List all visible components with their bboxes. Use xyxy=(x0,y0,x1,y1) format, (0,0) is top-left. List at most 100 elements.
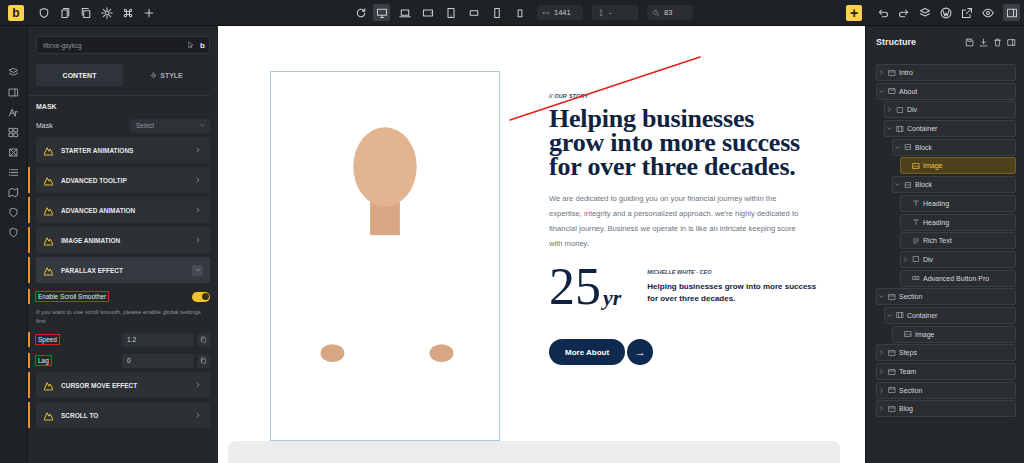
structure-item[interactable]: Block xyxy=(892,176,1016,193)
caret-right-icon[interactable] xyxy=(878,69,885,76)
number-input[interactable]: 1.2 xyxy=(122,333,194,347)
accordion-header[interactable]: PARALLAX EFFECT xyxy=(36,257,210,283)
structure-toggle[interactable] xyxy=(1003,4,1020,21)
grid-icon[interactable] xyxy=(8,127,19,138)
command-icon[interactable] xyxy=(122,7,134,19)
accordion-header[interactable]: IMAGE ANIMATION xyxy=(36,227,210,253)
panel-tab[interactable]: CONTENT xyxy=(36,64,123,86)
map-icon[interactable] xyxy=(8,187,19,198)
accordion-header[interactable]: CURSOR MOVE EFFECT xyxy=(36,372,210,398)
caret-down-icon[interactable] xyxy=(878,293,885,300)
structure-item[interactable]: Container xyxy=(884,307,1016,324)
add-element-button[interactable]: + xyxy=(846,5,862,21)
stat-text: MICHELLE WHITE - CEOHelping businesses g… xyxy=(647,261,819,305)
unit-button[interactable] xyxy=(197,354,210,368)
external-icon[interactable] xyxy=(961,7,973,19)
style-icon xyxy=(150,72,157,79)
panel-tabs: CONTENTSTYLE xyxy=(36,64,210,86)
font-icon[interactable] xyxy=(8,107,19,118)
caret-down-icon[interactable] xyxy=(878,88,885,95)
device-button[interactable] xyxy=(511,4,528,21)
about-copy: // OUR STORYHelping businesses grow into… xyxy=(549,71,829,441)
person-photo[interactable] xyxy=(270,71,500,441)
pointer-icon[interactable] xyxy=(187,41,195,49)
undo-icon[interactable] xyxy=(877,7,889,19)
structure-item[interactable]: Div xyxy=(884,101,1016,118)
copy-icon[interactable] xyxy=(80,7,92,19)
shield-icon[interactable] xyxy=(8,227,19,238)
arrow-button[interactable]: → xyxy=(627,339,653,365)
layers-icon[interactable] xyxy=(8,67,19,78)
structure-item[interactable]: Rich Text xyxy=(900,232,1016,249)
accordion-header[interactable]: ADVANCED TOOLTIP xyxy=(36,167,210,193)
device-button[interactable] xyxy=(488,4,505,21)
caret-right-icon[interactable] xyxy=(902,256,909,263)
accordion-header[interactable]: SCROLL TO xyxy=(36,402,210,428)
width-field[interactable]: 1441 xyxy=(537,5,583,20)
caret-down-icon[interactable] xyxy=(886,125,893,132)
device-button[interactable] xyxy=(465,4,482,21)
structure-item[interactable]: Image xyxy=(892,326,1016,343)
plus-icon[interactable] xyxy=(143,7,155,19)
shield-icon[interactable] xyxy=(38,7,50,19)
structure-item[interactable]: Intro xyxy=(876,64,1016,81)
device-button[interactable] xyxy=(396,4,413,21)
structure-item[interactable]: Container xyxy=(884,120,1016,137)
accordion-header[interactable]: ADVANCED ANIMATION xyxy=(36,197,210,223)
eye-icon[interactable] xyxy=(982,7,994,19)
device-button[interactable] xyxy=(442,4,459,21)
panel-icon[interactable] xyxy=(8,87,19,98)
caret-right-icon[interactable] xyxy=(886,106,893,113)
caret-right-icon[interactable] xyxy=(878,405,885,412)
refresh-icon[interactable] xyxy=(355,7,367,19)
mask-select[interactable]: Select xyxy=(130,119,210,133)
accordion-header[interactable]: STARTER ANIMATIONS xyxy=(36,137,210,163)
caret-right-icon[interactable] xyxy=(878,387,885,394)
device-button[interactable] xyxy=(373,4,390,21)
trash-icon[interactable] xyxy=(993,38,1002,47)
structure-item[interactable]: Blog xyxy=(876,400,1016,417)
accordion-item: IMAGE ANIMATION xyxy=(28,227,210,253)
structure-item[interactable]: Team xyxy=(876,363,1016,380)
unit-button[interactable] xyxy=(197,333,210,347)
number-input[interactable]: 0 xyxy=(122,354,194,368)
structure-item[interactable]: Advanced Button Pro xyxy=(900,270,1016,287)
structure-item[interactable]: Steps xyxy=(876,344,1016,361)
redo-icon[interactable] xyxy=(898,7,910,19)
pages-icon[interactable] xyxy=(59,7,71,19)
save-icon[interactable] xyxy=(965,38,974,47)
structure-item[interactable]: Div xyxy=(900,251,1016,268)
caret-down-icon[interactable] xyxy=(886,312,893,319)
tablet-icon xyxy=(445,7,457,19)
scroll-smoother-toggle[interactable] xyxy=(192,292,210,302)
download-icon[interactable] xyxy=(979,38,988,47)
caret-down-icon[interactable] xyxy=(894,181,901,188)
more-about-button[interactable]: More About xyxy=(549,339,625,365)
structure-item[interactable]: Heading xyxy=(900,195,1016,212)
device-button[interactable] xyxy=(419,4,436,21)
cross-icon[interactable] xyxy=(8,147,19,158)
gear-icon[interactable] xyxy=(101,7,113,19)
panel-icon[interactable] xyxy=(1007,38,1016,47)
list-icon[interactable] xyxy=(8,167,19,178)
height-field[interactable]: - xyxy=(592,5,638,20)
structure-item[interactable]: Section xyxy=(876,382,1016,399)
bricks-logo[interactable]: b xyxy=(8,5,24,21)
settings-note: If you want to use scroll smooth, please… xyxy=(36,308,210,326)
structure-item[interactable]: About xyxy=(876,83,1016,100)
caret-down-icon[interactable] xyxy=(894,144,901,151)
panel-tab[interactable]: STYLE xyxy=(123,64,210,86)
structure-item[interactable]: Heading xyxy=(900,214,1016,231)
zoom-field[interactable]: 83 xyxy=(647,5,693,20)
wp-icon[interactable] xyxy=(940,7,952,19)
structure-item[interactable]: Image xyxy=(900,157,1016,174)
section-title: MASK xyxy=(36,103,210,110)
element-badge[interactable]: b xyxy=(200,41,205,50)
layers-icon[interactable] xyxy=(919,7,931,19)
structure-item[interactable]: Section xyxy=(876,288,1016,305)
structure-item[interactable]: Block xyxy=(892,139,1016,156)
caret-right-icon[interactable] xyxy=(878,349,885,356)
shield-icon[interactable] xyxy=(8,207,19,218)
element-id-field[interactable]: #brxe-gsykcgb xyxy=(36,36,210,54)
caret-right-icon[interactable] xyxy=(878,368,885,375)
